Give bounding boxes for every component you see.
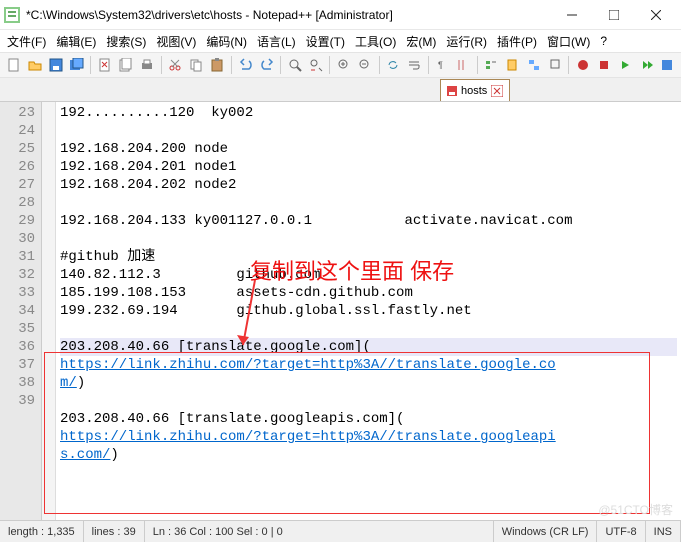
menu-settings[interactable]: 设置(T) [303,32,348,51]
menu-language[interactable]: 语言(L) [254,32,299,51]
zoom-in-icon[interactable] [334,55,353,75]
indent-guide-icon[interactable] [454,55,473,75]
status-eol: Windows (CR LF) [494,521,598,542]
macro-save-icon[interactable] [658,55,677,75]
title-bar: *C:\Windows\System32\drivers\etc\hosts -… [0,0,681,30]
close-button[interactable] [635,0,677,30]
menu-bar: 文件(F) 编辑(E) 搜索(S) 视图(V) 编码(N) 语言(L) 设置(T… [0,30,681,52]
menu-plugins[interactable]: 插件(P) [494,32,540,51]
menu-window[interactable]: 窗口(W) [544,32,593,51]
menu-help[interactable]: ? [597,33,610,49]
minimize-button[interactable] [551,0,593,30]
tab-bar: hosts [0,78,681,102]
status-position: Ln : 36 Col : 100 Sel : 0 | 0 [145,521,494,542]
fold-margin [42,102,56,522]
menu-run[interactable]: 运行(R) [443,32,490,51]
find-icon[interactable] [285,55,304,75]
function-list-icon[interactable] [482,55,501,75]
copy-icon[interactable] [187,55,206,75]
menu-view[interactable]: 视图(V) [153,32,199,51]
window-title: *C:\Windows\System32\drivers\etc\hosts -… [26,8,551,22]
code-area[interactable]: 192..........120 ky002192.168.204.200 no… [56,102,681,522]
menu-file[interactable]: 文件(F) [4,32,49,51]
menu-search[interactable]: 搜索(S) [103,32,149,51]
menu-encoding[interactable]: 编码(N) [203,32,250,51]
doc-map-icon[interactable] [503,55,522,75]
macro-play-icon[interactable] [615,55,634,75]
menu-tools[interactable]: 工具(O) [352,32,399,51]
show-chars-icon[interactable]: ¶ [433,55,452,75]
line-gutter: 2324252627282930313233343536373839 [0,102,42,522]
replace-icon[interactable] [306,55,325,75]
menu-edit[interactable]: 编辑(E) [53,32,99,51]
tab-label: hosts [461,85,487,97]
status-encoding: UTF-8 [597,521,645,542]
svg-text:¶: ¶ [438,60,443,70]
status-insert: INS [646,521,681,542]
editor: 2324252627282930313233343536373839 192..… [0,102,681,522]
redo-icon[interactable] [257,55,276,75]
tab-close-icon[interactable] [491,85,503,97]
undo-icon[interactable] [236,55,255,75]
save-icon[interactable] [46,55,65,75]
file-tab[interactable]: hosts [440,79,510,101]
status-bar: length : 1,335 lines : 39 Ln : 36 Col : … [0,520,681,542]
wrap-icon[interactable] [405,55,424,75]
monitor-icon[interactable] [545,55,564,75]
status-lines: lines : 39 [84,521,145,542]
save-all-icon[interactable] [67,55,86,75]
macro-record-icon[interactable] [573,55,592,75]
tab-modified-icon [447,86,457,96]
close-file-icon[interactable] [95,55,114,75]
macro-repeat-icon[interactable] [637,55,656,75]
open-file-icon[interactable] [25,55,44,75]
new-file-icon[interactable] [4,55,23,75]
maximize-button[interactable] [593,0,635,30]
app-icon [4,7,20,23]
sync-icon[interactable] [383,55,402,75]
zoom-out-icon[interactable] [355,55,374,75]
status-length: length : 1,335 [0,521,84,542]
folder-tree-icon[interactable] [524,55,543,75]
macro-stop-icon[interactable] [594,55,613,75]
paste-icon[interactable] [208,55,227,75]
close-all-icon[interactable] [117,55,136,75]
toolbar: ¶ [0,52,681,78]
cut-icon[interactable] [166,55,185,75]
menu-macro[interactable]: 宏(M) [403,32,439,51]
print-icon[interactable] [138,55,157,75]
